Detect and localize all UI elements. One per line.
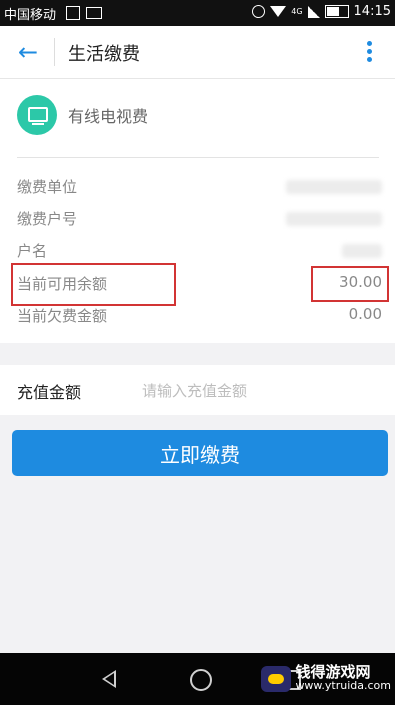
detail-label: 户名 xyxy=(17,242,48,260)
divider xyxy=(17,157,379,158)
more-options-icon[interactable] xyxy=(367,41,373,65)
app-bar: ← 生活缴费 xyxy=(0,26,395,79)
clock: 14:15 xyxy=(353,4,391,19)
page-title: 生活缴费 xyxy=(68,44,140,65)
detail-row-unit: 缴费单位 xyxy=(17,172,382,202)
mail-icon xyxy=(86,7,102,19)
alarm-icon xyxy=(252,5,266,18)
watermark-name: 钱得游戏网 xyxy=(295,663,371,681)
detail-row-holder: 户名 xyxy=(17,236,382,266)
back-arrow-icon[interactable]: ← xyxy=(14,38,42,66)
status-bar: 中国移动 4G 14:15 xyxy=(0,0,395,26)
watermark-logo-icon xyxy=(261,666,292,692)
divider xyxy=(54,38,55,66)
signal-icon xyxy=(307,5,320,18)
nav-home-icon[interactable] xyxy=(190,669,212,691)
sim-icon xyxy=(66,6,80,20)
redacted-value xyxy=(342,244,382,258)
highlight-box-value xyxy=(311,266,389,302)
network-type: 4G xyxy=(291,7,303,16)
recharge-label: 充值金额 xyxy=(17,383,82,402)
battery-icon xyxy=(324,5,349,18)
recharge-row: 充值金额 xyxy=(0,365,395,415)
carrier-name: 中国移动 xyxy=(4,8,57,23)
status-icons: 4G 14:15 xyxy=(252,4,391,19)
nav-back-icon[interactable] xyxy=(102,670,116,688)
redacted-value xyxy=(286,212,382,226)
service-name: 有线电视费 xyxy=(68,107,149,126)
pay-now-button[interactable]: 立即缴费 xyxy=(12,430,388,476)
detail-label: 当前欠费金额 xyxy=(17,307,108,325)
detail-label: 缴费单位 xyxy=(17,178,78,196)
recharge-amount-input[interactable] xyxy=(140,377,374,405)
detail-label: 缴费户号 xyxy=(17,210,78,228)
watermark: 钱得游戏网 www.ytruida.com xyxy=(261,663,391,692)
detail-row-account: 缴费户号 xyxy=(17,204,382,234)
wifi-icon xyxy=(270,6,287,17)
watermark-url: www.ytruida.com xyxy=(295,679,391,692)
tv-icon xyxy=(17,95,57,135)
arrears-value: 0.00 xyxy=(348,305,382,323)
redacted-value xyxy=(286,180,382,194)
highlight-box-label xyxy=(11,263,176,306)
